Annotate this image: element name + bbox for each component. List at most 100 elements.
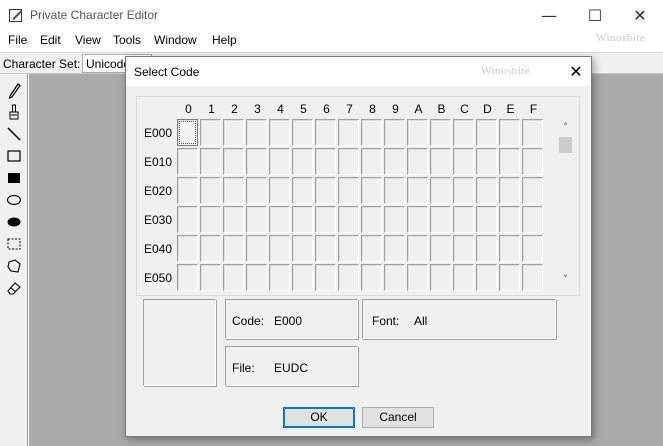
code-cell[interactable] — [499, 206, 520, 233]
code-cell[interactable] — [522, 148, 543, 175]
code-cell[interactable] — [177, 119, 198, 146]
code-cell[interactable] — [476, 119, 497, 146]
code-cell[interactable] — [338, 235, 359, 262]
code-cell[interactable] — [269, 177, 290, 204]
code-cell[interactable] — [430, 119, 451, 146]
code-cell[interactable] — [407, 119, 428, 146]
menu-view[interactable]: View — [75, 33, 101, 47]
code-cell[interactable] — [315, 148, 336, 175]
code-cell[interactable] — [315, 177, 336, 204]
code-cell[interactable] — [522, 177, 543, 204]
menu-tools[interactable]: Tools — [113, 33, 141, 47]
code-cell[interactable] — [361, 264, 382, 291]
code-cell[interactable] — [246, 264, 267, 291]
code-cell[interactable] — [177, 264, 198, 291]
code-cell[interactable] — [522, 119, 543, 146]
code-cell[interactable] — [292, 235, 313, 262]
code-cell[interactable] — [430, 235, 451, 262]
code-cell[interactable] — [522, 206, 543, 233]
code-cell[interactable] — [361, 235, 382, 262]
code-cell[interactable] — [315, 235, 336, 262]
code-cell[interactable] — [430, 206, 451, 233]
code-cell[interactable] — [522, 264, 543, 291]
code-cell[interactable] — [269, 264, 290, 291]
code-cell[interactable] — [499, 235, 520, 262]
close-button[interactable]: ✕ — [617, 0, 663, 31]
scroll-thumb[interactable] — [559, 137, 572, 153]
code-cell[interactable] — [338, 119, 359, 146]
code-cell[interactable] — [223, 235, 244, 262]
line-icon[interactable] — [4, 124, 24, 144]
filled-rectangle-icon[interactable] — [4, 168, 24, 188]
maximize-button[interactable]: ☐ — [572, 0, 618, 31]
code-cell[interactable] — [476, 235, 497, 262]
menu-help[interactable]: Help — [212, 33, 237, 47]
code-cell[interactable] — [499, 119, 520, 146]
code-cell[interactable] — [407, 264, 428, 291]
code-cell[interactable] — [315, 206, 336, 233]
code-cell[interactable] — [499, 177, 520, 204]
code-cell[interactable] — [453, 148, 474, 175]
code-cell[interactable] — [384, 206, 405, 233]
code-cell[interactable] — [522, 235, 543, 262]
code-cell[interactable] — [292, 264, 313, 291]
code-cell[interactable] — [177, 148, 198, 175]
code-cell[interactable] — [269, 235, 290, 262]
menu-file[interactable]: File — [8, 33, 27, 47]
menu-edit[interactable]: Edit — [40, 33, 61, 47]
code-cell[interactable] — [315, 119, 336, 146]
code-cell[interactable] — [476, 177, 497, 204]
brush-icon[interactable] — [4, 102, 24, 122]
code-cell[interactable] — [384, 235, 405, 262]
code-cell[interactable] — [246, 177, 267, 204]
code-cell[interactable] — [430, 264, 451, 291]
freeform-selection-icon[interactable] — [4, 256, 24, 276]
code-cell[interactable] — [384, 177, 405, 204]
code-cell[interactable] — [246, 206, 267, 233]
code-cell[interactable] — [269, 206, 290, 233]
code-cell[interactable] — [453, 119, 474, 146]
cancel-button[interactable]: Cancel — [362, 407, 434, 428]
code-cell[interactable] — [223, 177, 244, 204]
code-cell[interactable] — [407, 235, 428, 262]
code-cell[interactable] — [407, 148, 428, 175]
code-cell[interactable] — [292, 206, 313, 233]
code-cell[interactable] — [292, 119, 313, 146]
hollow-rectangle-icon[interactable] — [4, 146, 24, 166]
code-cell[interactable] — [223, 206, 244, 233]
code-cell[interactable] — [200, 235, 221, 262]
code-cell[interactable] — [430, 148, 451, 175]
code-cell[interactable] — [200, 264, 221, 291]
code-cell[interactable] — [499, 148, 520, 175]
code-cell[interactable] — [177, 177, 198, 204]
filled-ellipse-icon[interactable] — [4, 212, 24, 232]
code-cell[interactable] — [361, 148, 382, 175]
code-cell[interactable] — [476, 206, 497, 233]
code-cell[interactable] — [384, 264, 405, 291]
ok-button[interactable]: OK — [283, 407, 355, 428]
code-cell[interactable] — [269, 119, 290, 146]
code-cell[interactable] — [407, 177, 428, 204]
code-cell[interactable] — [200, 119, 221, 146]
code-cell[interactable] — [338, 148, 359, 175]
code-cell[interactable] — [361, 177, 382, 204]
code-cell[interactable] — [384, 148, 405, 175]
code-cell[interactable] — [269, 148, 290, 175]
minimize-button[interactable]: — — [526, 0, 572, 31]
code-cell[interactable] — [453, 206, 474, 233]
code-cell[interactable] — [407, 206, 428, 233]
code-cell[interactable] — [315, 264, 336, 291]
code-cell[interactable] — [338, 264, 359, 291]
code-cell[interactable] — [246, 119, 267, 146]
dialog-close-button[interactable]: ✕ — [563, 59, 589, 85]
code-cell[interactable] — [246, 235, 267, 262]
code-cell[interactable] — [292, 148, 313, 175]
code-cell[interactable] — [453, 177, 474, 204]
rectangular-selection-icon[interactable] — [4, 234, 24, 254]
code-cell[interactable] — [453, 264, 474, 291]
code-cell[interactable] — [223, 148, 244, 175]
code-cell[interactable] — [338, 206, 359, 233]
code-cell[interactable] — [292, 177, 313, 204]
code-cell[interactable] — [200, 206, 221, 233]
code-cell[interactable] — [200, 148, 221, 175]
